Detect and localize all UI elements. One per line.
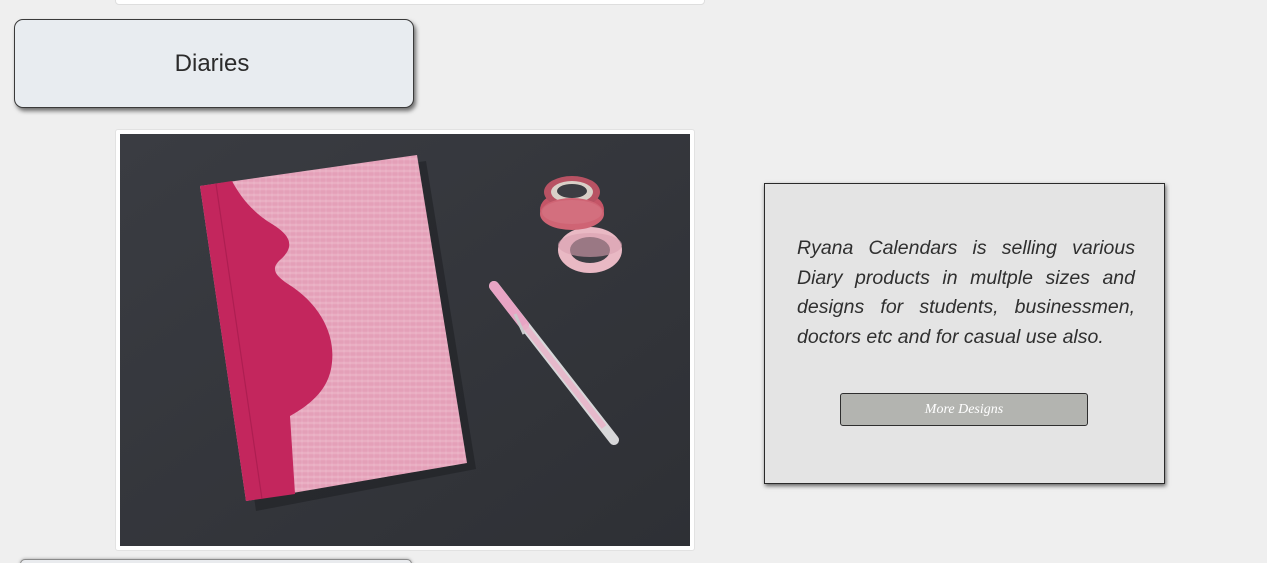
next-heading-box-edge (20, 559, 412, 563)
top-card-edge (115, 0, 705, 5)
diary-product-image (120, 134, 690, 546)
info-card: Ryana Calendars is selling various Diary… (764, 183, 1165, 484)
product-description: Ryana Calendars is selling various Diary… (797, 237, 1135, 348)
category-heading-box: Diaries (14, 19, 414, 108)
more-designs-button[interactable]: More Designs (840, 393, 1088, 426)
product-image-frame (115, 129, 695, 551)
category-title: Diaries (174, 49, 250, 77)
